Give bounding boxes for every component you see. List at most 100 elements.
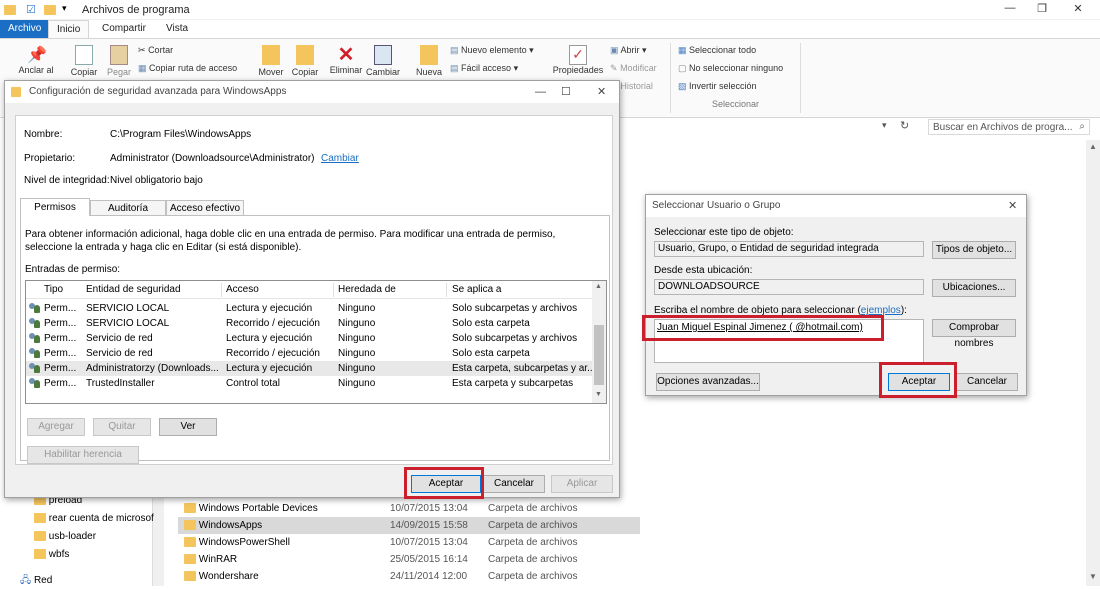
folder-icon bbox=[44, 5, 56, 15]
table-row[interactable]: Perm... SERVICIO LOCAL Recorrido / ejecu… bbox=[26, 316, 592, 331]
nav-item[interactable]: wbfs bbox=[34, 546, 69, 563]
tab-acceso-efectivo[interactable]: Acceso efectivo bbox=[166, 200, 244, 216]
minimize-icon[interactable]: — bbox=[535, 81, 546, 103]
copy-button[interactable]: Copiar bbox=[64, 45, 104, 77]
invert-selection-button[interactable]: ▧ Invertir selección bbox=[678, 81, 757, 92]
close-icon[interactable]: ✕ bbox=[1008, 195, 1017, 217]
explorer-scrollbar[interactable]: ▲ ▼ bbox=[1086, 140, 1100, 586]
table-row[interactable]: Wondershare 24/11/2014 12:00 Carpeta de … bbox=[178, 568, 640, 585]
table-row[interactable]: Perm... Servicio de red Recorrido / ejec… bbox=[26, 346, 592, 361]
pin-button[interactable]: 📌 Anclar al bbox=[14, 45, 58, 75]
entries-label: Entradas de permiso: bbox=[25, 264, 121, 275]
close-icon[interactable]: ✕ bbox=[597, 81, 606, 103]
modify-button[interactable]: ✎ Modificar bbox=[610, 63, 657, 74]
advanced-security-dialog: Configuración de seguridad avanzada para… bbox=[4, 80, 620, 499]
column-header[interactable]: Entidad de seguridad bbox=[86, 284, 181, 295]
tab-archivo[interactable]: Archivo bbox=[0, 20, 50, 38]
view-button[interactable]: Ver bbox=[159, 418, 217, 436]
list-scrollbar[interactable]: ▲ ▼ bbox=[592, 281, 606, 403]
folder-icon bbox=[184, 537, 196, 548]
table-row[interactable]: WindowsApps 14/09/2015 15:58 Carpeta de … bbox=[178, 517, 640, 534]
table-row[interactable]: WindowsPowerShell 10/07/2015 13:04 Carpe… bbox=[178, 534, 640, 551]
dialog-title-bar: Seleccionar Usuario o Grupo ✕ bbox=[646, 195, 1026, 217]
table-row[interactable]: Windows Portable Devices 10/07/2015 13:0… bbox=[178, 500, 640, 517]
column-divider bbox=[221, 283, 222, 297]
nav-item-network[interactable]: 🖧 Red bbox=[20, 572, 52, 589]
edit-icon: ✎ bbox=[610, 63, 618, 73]
list-header: Tipo Entidad de seguridad Acceso Heredad… bbox=[26, 281, 592, 299]
scroll-up-icon[interactable]: ▲ bbox=[595, 283, 602, 290]
advanced-button[interactable]: Opciones avanzadas... bbox=[656, 373, 760, 391]
permission-entries-list[interactable]: Tipo Entidad de seguridad Acceso Heredad… bbox=[25, 280, 607, 404]
tab-permisos[interactable]: Permisos bbox=[20, 198, 90, 216]
highlight-box bbox=[879, 362, 957, 398]
maximize-icon[interactable]: ❐ bbox=[1022, 2, 1062, 18]
locations-button[interactable]: Ubicaciones... bbox=[932, 279, 1016, 297]
scroll-down-icon[interactable]: ▼ bbox=[1089, 572, 1097, 581]
enable-inheritance-button[interactable]: Habilitar herencia bbox=[27, 446, 139, 464]
new-folder-button[interactable]: Nueva bbox=[410, 45, 448, 77]
table-row-selected[interactable]: Perm... Administratorzy (Downloads... Le… bbox=[26, 361, 595, 376]
paste-button[interactable]: Pegar bbox=[102, 45, 136, 77]
properties-check-icon: ✓ bbox=[569, 45, 587, 65]
remove-button[interactable]: Quitar bbox=[93, 418, 151, 436]
chevron-down-icon[interactable]: ▾ bbox=[882, 120, 887, 131]
table-row[interactable]: WinRAR 25/05/2015 16:14 Carpeta de archi… bbox=[178, 551, 640, 568]
copy-path-button[interactable]: ▦ Copiar ruta de acceso bbox=[138, 63, 237, 74]
folder-icon bbox=[184, 503, 196, 514]
column-header[interactable]: Heredada de bbox=[338, 284, 396, 295]
open-button[interactable]: ▣ Abrir ▾ bbox=[610, 45, 647, 56]
scroll-thumb[interactable] bbox=[594, 325, 604, 385]
apply-button[interactable]: Aplicar bbox=[551, 475, 613, 493]
add-button[interactable]: Agregar bbox=[27, 418, 85, 436]
cancel-button[interactable]: Cancelar bbox=[483, 475, 545, 493]
scroll-up-icon[interactable]: ▲ bbox=[1089, 142, 1097, 151]
rename-button[interactable]: Cambiar bbox=[364, 45, 402, 77]
column-header[interactable]: Tipo bbox=[44, 284, 63, 295]
new-item-icon: ▤ bbox=[450, 45, 459, 55]
refresh-icon[interactable]: ↻ bbox=[900, 119, 909, 132]
users-icon bbox=[28, 333, 42, 344]
checkmark-icon[interactable]: ☑ bbox=[26, 3, 36, 16]
ribbon-divider bbox=[800, 43, 801, 113]
tab-vista[interactable]: Vista bbox=[158, 20, 196, 38]
delete-button[interactable]: ✕ Eliminar bbox=[326, 45, 366, 75]
column-header[interactable]: Se aplica a bbox=[452, 284, 501, 295]
table-row[interactable]: Perm... Servicio de red Lectura y ejecuc… bbox=[26, 331, 592, 346]
column-divider bbox=[446, 283, 447, 297]
easy-access-button[interactable]: ▤ Fácil acceso ▾ bbox=[450, 63, 518, 74]
move-button[interactable]: Mover bbox=[254, 45, 288, 77]
search-input[interactable]: Buscar en Archivos de progra... ⌕ bbox=[928, 119, 1090, 135]
select-all-button[interactable]: ▦ Seleccionar todo bbox=[678, 45, 756, 56]
object-type-field: Usuario, Grupo, o Entidad de seguridad i… bbox=[654, 241, 924, 257]
tab-compartir[interactable]: Compartir bbox=[94, 20, 154, 38]
table-row[interactable]: Perm... SERVICIO LOCAL Lectura y ejecuci… bbox=[26, 301, 592, 316]
nav-item[interactable]: rear cuenta de microsof bbox=[34, 510, 154, 527]
maximize-icon[interactable]: ☐ bbox=[561, 81, 571, 103]
new-item-button[interactable]: ▤ Nuevo elemento ▾ bbox=[450, 45, 534, 56]
permissions-panel: Para obtener información adicional, haga… bbox=[20, 215, 610, 464]
copy-to-button[interactable]: Copiar bbox=[288, 45, 322, 77]
tab-inicio[interactable]: Inicio bbox=[48, 20, 90, 38]
properties-button[interactable]: ✓ Propiedades bbox=[550, 45, 606, 75]
network-icon: 🖧 bbox=[20, 575, 32, 586]
cancel-button[interactable]: Cancelar bbox=[956, 373, 1018, 391]
ribbon-divider bbox=[670, 43, 671, 113]
scroll-down-icon[interactable]: ▼ bbox=[595, 391, 602, 398]
nav-item[interactable]: usb-loader bbox=[34, 528, 96, 545]
search-icon: ⌕ bbox=[1079, 121, 1085, 132]
dialog-title: Configuración de seguridad avanzada para… bbox=[29, 86, 287, 97]
close-icon[interactable]: ✕ bbox=[1058, 2, 1098, 18]
check-names-button[interactable]: Comprobar nombres bbox=[932, 319, 1016, 349]
scissors-icon: ✂ bbox=[138, 45, 146, 55]
change-owner-link[interactable]: Cambiar bbox=[321, 153, 359, 164]
cut-button[interactable]: ✂ Cortar bbox=[138, 45, 173, 56]
column-header[interactable]: Acceso bbox=[226, 284, 259, 295]
select-none-button[interactable]: ▢ No seleccionar ninguno bbox=[678, 63, 783, 74]
location-label: Desde esta ubicación: bbox=[654, 265, 753, 276]
explorer-title-bar: ☑ ▾ Archivos de programa — ❐ ✕ bbox=[0, 0, 1100, 20]
table-row[interactable]: Perm... TrustedInstaller Control total N… bbox=[26, 376, 592, 391]
tab-auditoria[interactable]: Auditoría bbox=[90, 200, 166, 216]
chevron-down-icon[interactable]: ▾ bbox=[62, 3, 67, 14]
object-types-button[interactable]: Tipos de objeto... bbox=[932, 241, 1016, 259]
